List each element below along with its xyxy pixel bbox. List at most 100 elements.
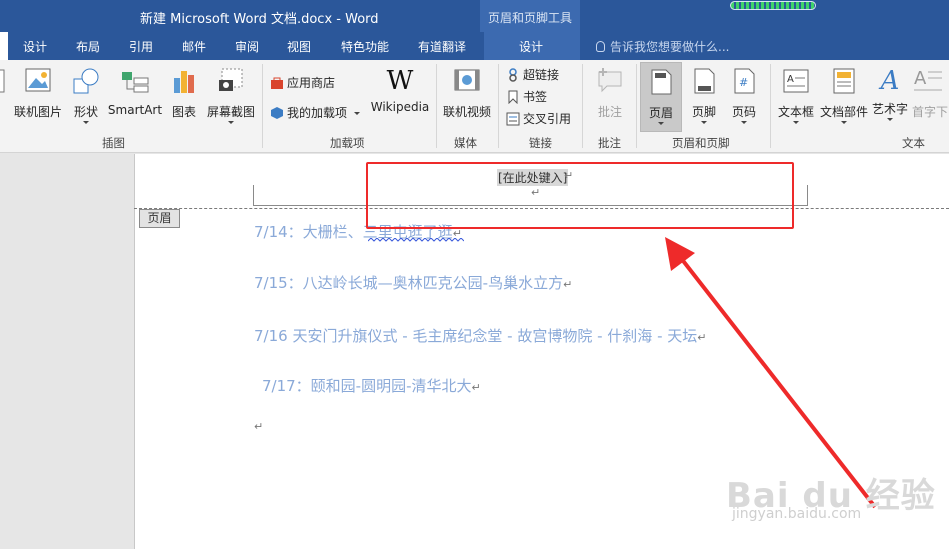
picture-icon [0, 69, 5, 93]
tab-mailings[interactable]: 邮件 [182, 38, 206, 55]
chevron-down-icon [658, 122, 664, 125]
footer-icon [694, 68, 715, 94]
chevron-down-icon [793, 121, 799, 124]
bookmark-button[interactable]: 书签 [506, 88, 547, 105]
video-icon [454, 69, 480, 91]
header-margin-marker-left [253, 185, 254, 206]
group-separator [770, 64, 771, 148]
tab-insert-edge[interactable] [0, 32, 8, 60]
screenshot-label: 屏幕截图 [206, 105, 255, 119]
chevron-down-icon [83, 121, 89, 124]
group-separator [498, 64, 499, 148]
dropcap-button[interactable]: A 首字下 [912, 66, 949, 120]
textbox-button[interactable]: A 文本框 [774, 66, 818, 124]
paragraph-mark: ↵ [254, 420, 264, 433]
link-icon [509, 68, 517, 82]
new-comment-button[interactable]: 批注 [588, 66, 632, 120]
smartart-icon [122, 72, 149, 93]
chevron-down-icon [741, 121, 747, 124]
tab-design[interactable]: 设计 [23, 38, 47, 55]
online-video-label: 联机视频 [442, 105, 491, 119]
group-label-text: 文本 [902, 136, 925, 150]
cross-reference-icon [506, 112, 520, 126]
shapes-icon [73, 68, 99, 94]
lightbulb-icon [596, 41, 605, 52]
wordart-button[interactable]: A 艺术字 [870, 66, 910, 121]
bookmark-label: 书签 [523, 90, 548, 104]
tab-header-footer-design[interactable]: 设计 [484, 32, 580, 60]
group-separator [262, 64, 263, 148]
new-comment-label: 批注 [597, 105, 622, 119]
wordart-icon: A [880, 66, 900, 96]
comment-icon [598, 68, 622, 93]
header-margin-marker-right [807, 185, 808, 206]
store-icon [271, 77, 283, 89]
group-label-links: 链接 [529, 136, 552, 150]
chart-button[interactable]: 图表 [166, 66, 202, 120]
doc-line-4[interactable]: 7/17：颐和园-圆明园-清华北大↵ [262, 375, 481, 396]
wikipedia-icon: W [386, 66, 414, 96]
tab-youdao-translate[interactable]: 有道翻译 [418, 38, 466, 55]
online-video-button[interactable]: 联机视频 [440, 66, 494, 120]
page-number-button[interactable]: # 页码 [726, 66, 762, 124]
hyperlink-button[interactable]: 超链接 [506, 66, 559, 83]
dropcap-label: 首字下 [912, 105, 949, 119]
context-tools-label: 页眉和页脚工具 [488, 11, 573, 25]
tab-layout[interactable]: 布局 [76, 38, 100, 55]
cross-reference-button[interactable]: 交叉引用 [506, 110, 571, 127]
footer-button[interactable]: 页脚 [686, 66, 722, 124]
online-pictures-button[interactable]: 联机图片 [12, 66, 64, 120]
dropcap-icon: A [914, 68, 942, 91]
screenshot-button[interactable]: 屏幕截图 [204, 66, 258, 124]
doc-line-text: 7/16 天安门升旗仪式 - 毛主席纪念堂 - 故宫博物院 - 什刹海 - 天坛 [254, 327, 698, 345]
group-separator [582, 64, 583, 148]
group-label-media: 媒体 [454, 136, 477, 150]
tell-me-placeholder: 告诉我您想要做什么... [610, 40, 730, 54]
textbox-icon: A [783, 69, 809, 93]
paragraph-mark: ↵ [471, 381, 481, 394]
quick-parts-label: 文档部件 [819, 105, 868, 119]
svg-text:A: A [914, 68, 927, 89]
addins-icon [271, 107, 283, 119]
bar-chart-icon [174, 71, 194, 93]
smartart-label: SmartArt [107, 103, 163, 117]
ribbon-tab-bar: 设计 布局 引用 邮件 审阅 视图 特色功能 有道翻译 [0, 32, 949, 60]
tab-references[interactable]: 引用 [129, 38, 153, 55]
textbox-label: 文本框 [777, 105, 814, 119]
store-button[interactable]: 应用商店 [270, 74, 335, 91]
wikipedia-button[interactable]: W Wikipedia [368, 66, 432, 114]
wordart-label: 艺术字 [871, 102, 908, 116]
header-label: 页眉 [648, 106, 673, 120]
chart-label: 图表 [171, 105, 196, 119]
spellcheck-squiggle [368, 238, 464, 242]
quick-parts-button[interactable]: 文档部件 [818, 66, 870, 124]
group-label-illustrations: 插图 [102, 136, 125, 150]
ribbon: 联机图片 形状 SmartArt 图表 屏幕截图 插图 应用商店 我的加载项 W… [0, 60, 949, 153]
tell-me-search[interactable]: 告诉我您想要做什么... [596, 38, 729, 55]
baidu-watermark-url: jingyan.baidu.com [732, 506, 862, 522]
svg-text:A: A [787, 74, 794, 85]
chevron-down-icon [887, 118, 893, 121]
page-number-label: 页码 [731, 105, 756, 119]
hyperlink-label: 超链接 [523, 68, 560, 82]
footer-label: 页脚 [691, 105, 716, 119]
chevron-down-icon [353, 112, 360, 115]
tab-header-footer-design-label: 设计 [519, 40, 544, 54]
doc-line-3[interactable]: 7/16 天安门升旗仪式 - 毛主席纪念堂 - 故宫博物院 - 什刹海 - 天坛… [254, 325, 706, 346]
group-separator [636, 64, 637, 148]
header-button[interactable]: 页眉 [640, 62, 682, 132]
doc-line-2[interactable]: 7/15：八达岭长城—奥林匹克公园-鸟巢水立方↵ [254, 272, 572, 293]
tab-review[interactable]: 审阅 [235, 38, 259, 55]
window-title: 新建 Microsoft Word 文档.docx - Word [140, 12, 379, 27]
smartart-button[interactable]: SmartArt [106, 66, 164, 117]
pictures-button-partial[interactable] [0, 66, 6, 99]
paragraph-mark: ↵ [563, 278, 573, 291]
shapes-button[interactable]: 形状 [68, 66, 104, 124]
chevron-down-icon [228, 121, 234, 124]
progress-indicator [730, 1, 816, 10]
online-pictures-label: 联机图片 [13, 105, 62, 119]
tab-special-features[interactable]: 特色功能 [341, 38, 389, 55]
my-addins-button[interactable]: 我的加载项 [270, 104, 360, 121]
tab-view[interactable]: 视图 [287, 38, 311, 55]
shapes-label: 形状 [73, 105, 98, 119]
